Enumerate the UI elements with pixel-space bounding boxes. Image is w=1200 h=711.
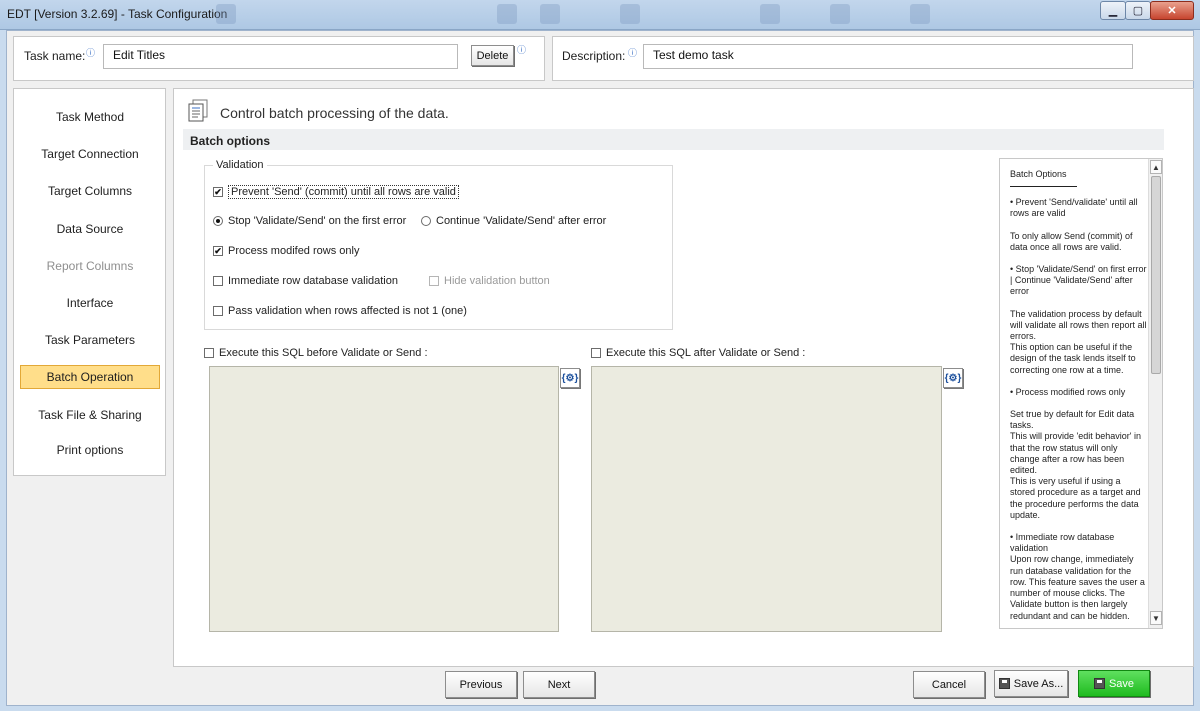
hide-validation-button-option: Hide validation button xyxy=(429,275,550,287)
sql-after-label: Execute this SQL after Validate or Send … xyxy=(606,347,806,359)
immediate-validation-label: Immediate row database validation xyxy=(228,275,398,287)
help-paragraph: • Stop 'Validate/Send' on first error | … xyxy=(1010,264,1147,297)
background-app-icon xyxy=(216,4,236,24)
sql-before-checkbox[interactable] xyxy=(204,348,214,358)
prevent-send-option[interactable]: ✔ Prevent 'Send' (commit) until all rows… xyxy=(213,185,459,199)
help-paragraph: • Process modified rows only xyxy=(1010,386,1126,397)
nav-target-columns[interactable]: Target Columns xyxy=(20,179,160,203)
prevent-send-checkbox[interactable]: ✔ xyxy=(213,187,223,197)
nav-task-file-sharing[interactable]: Task File & Sharing xyxy=(20,403,160,427)
nav-interface[interactable]: Interface xyxy=(20,291,160,315)
next-button[interactable]: Next xyxy=(523,671,595,698)
previous-button[interactable]: Previous xyxy=(445,671,517,698)
process-modified-label: Process modifed rows only xyxy=(228,245,360,257)
continue-after-error-radio[interactable] xyxy=(421,216,431,226)
sql-before-option[interactable]: Execute this SQL before Validate or Send… xyxy=(204,347,428,359)
continue-after-error-option[interactable]: Continue 'Validate/Send' after error xyxy=(421,215,606,227)
sql-after-editor[interactable] xyxy=(591,366,942,632)
process-modified-checkbox[interactable]: ✔ xyxy=(213,246,223,256)
nav-batch-operation[interactable]: Batch Operation xyxy=(20,365,160,389)
nav-task-method[interactable]: Task Method xyxy=(20,105,160,129)
description-input[interactable]: Test demo task xyxy=(643,44,1133,69)
window-titlebar: EDT [Version 3.2.69] - Task Configuratio… xyxy=(0,0,1200,30)
help-paragraph: • Immediate row database validation Upon… xyxy=(1010,532,1145,621)
minimize-button[interactable]: ▁ xyxy=(1100,1,1126,20)
hide-validation-button-checkbox xyxy=(429,276,439,286)
sql-after-option[interactable]: Execute this SQL after Validate or Send … xyxy=(591,347,805,359)
hide-validation-button-label: Hide validation button xyxy=(444,275,550,287)
save-as-label: Save As... xyxy=(1013,677,1064,690)
nav-data-source[interactable]: Data Source xyxy=(20,217,160,241)
background-app-icon xyxy=(830,4,850,24)
description-label: Description: xyxy=(562,49,626,63)
stop-first-error-label: Stop 'Validate/Send' on the first error xyxy=(228,215,407,227)
maximize-button[interactable]: ▢ xyxy=(1125,1,1151,20)
scroll-down-arrow-icon[interactable]: ▼ xyxy=(1150,611,1162,625)
process-modified-option[interactable]: ✔ Process modifed rows only xyxy=(213,245,359,257)
background-app-icon xyxy=(760,4,780,24)
sql-before-parameters-button[interactable]: {⚙} xyxy=(560,368,580,388)
delete-button[interactable]: Delete xyxy=(471,45,514,66)
disk-icon xyxy=(1093,678,1105,689)
window-title: EDT [Version 3.2.69] - Task Configuratio… xyxy=(7,7,228,21)
immediate-validation-checkbox[interactable] xyxy=(213,276,223,286)
pass-validation-checkbox[interactable] xyxy=(213,306,223,316)
nav-task-parameters[interactable]: Task Parameters xyxy=(20,328,160,352)
help-paragraph: The validation process by default will v… xyxy=(1010,308,1147,375)
task-name-label: Task name: xyxy=(24,49,86,63)
stop-first-error-radio[interactable] xyxy=(213,216,223,226)
prevent-send-label: Prevent 'Send' (commit) until all rows a… xyxy=(228,185,459,199)
sql-after-checkbox[interactable] xyxy=(591,348,601,358)
immediate-validation-option[interactable]: Immediate row database validation xyxy=(213,275,398,287)
close-button[interactable]: ✕ xyxy=(1150,1,1194,20)
help-paragraph: To only allow Send (commit) of data once… xyxy=(1010,230,1133,252)
nav-report-columns: Report Columns xyxy=(46,259,134,273)
save-button[interactable]: Save xyxy=(1078,670,1150,697)
batch-document-icon xyxy=(188,99,208,122)
background-app-icon xyxy=(497,4,517,24)
description-info-icon[interactable]: ⓘ xyxy=(628,46,637,59)
pass-validation-option[interactable]: Pass validation when rows affected is no… xyxy=(213,305,467,317)
pass-validation-label: Pass validation when rows affected is no… xyxy=(228,305,467,317)
save-as-button[interactable]: Save As... xyxy=(994,670,1068,697)
help-scrollbar[interactable]: ▲ ▼ xyxy=(1148,159,1162,628)
scroll-thumb[interactable] xyxy=(1151,176,1161,374)
continue-after-error-label: Continue 'Validate/Send' after error xyxy=(436,215,607,227)
sql-after-parameters-button[interactable]: {⚙} xyxy=(943,368,963,388)
help-paragraph: Set true by default for Edit data tasks.… xyxy=(1010,409,1141,520)
section-title: Batch options xyxy=(183,129,1164,150)
task-name-input[interactable]: Edit Titles xyxy=(103,44,458,69)
help-pane: Batch Options • Prevent 'Send/validate' … xyxy=(999,158,1163,629)
nav-target-connection[interactable]: Target Connection xyxy=(20,142,160,166)
stop-first-error-option[interactable]: Stop 'Validate/Send' on the first error xyxy=(213,215,406,227)
help-title: Batch Options xyxy=(1010,169,1077,188)
task-name-info-icon[interactable]: ⓘ xyxy=(86,46,95,59)
validation-group-title: Validation xyxy=(213,159,267,171)
delete-info-icon[interactable]: ⓘ xyxy=(517,43,526,56)
scroll-up-arrow-icon[interactable]: ▲ xyxy=(1150,160,1162,174)
help-content: Batch Options • Prevent 'Send/validate' … xyxy=(1010,169,1148,628)
sql-before-label: Execute this SQL before Validate or Send… xyxy=(219,347,428,359)
background-app-icon xyxy=(620,4,640,24)
disk-icon xyxy=(998,678,1010,689)
background-app-icon xyxy=(910,4,930,24)
cancel-button[interactable]: Cancel xyxy=(913,671,985,698)
help-paragraph: • Prevent 'Send/validate' until all rows… xyxy=(1010,197,1138,219)
page-heading: Control batch processing of the data. xyxy=(220,105,449,121)
nav-print-options[interactable]: Print options xyxy=(20,438,160,462)
sql-before-editor[interactable] xyxy=(209,366,559,632)
save-label: Save xyxy=(1108,677,1135,690)
sidebar-nav: Task Method Target Connection Target Col… xyxy=(13,88,166,476)
background-app-icon xyxy=(540,4,560,24)
